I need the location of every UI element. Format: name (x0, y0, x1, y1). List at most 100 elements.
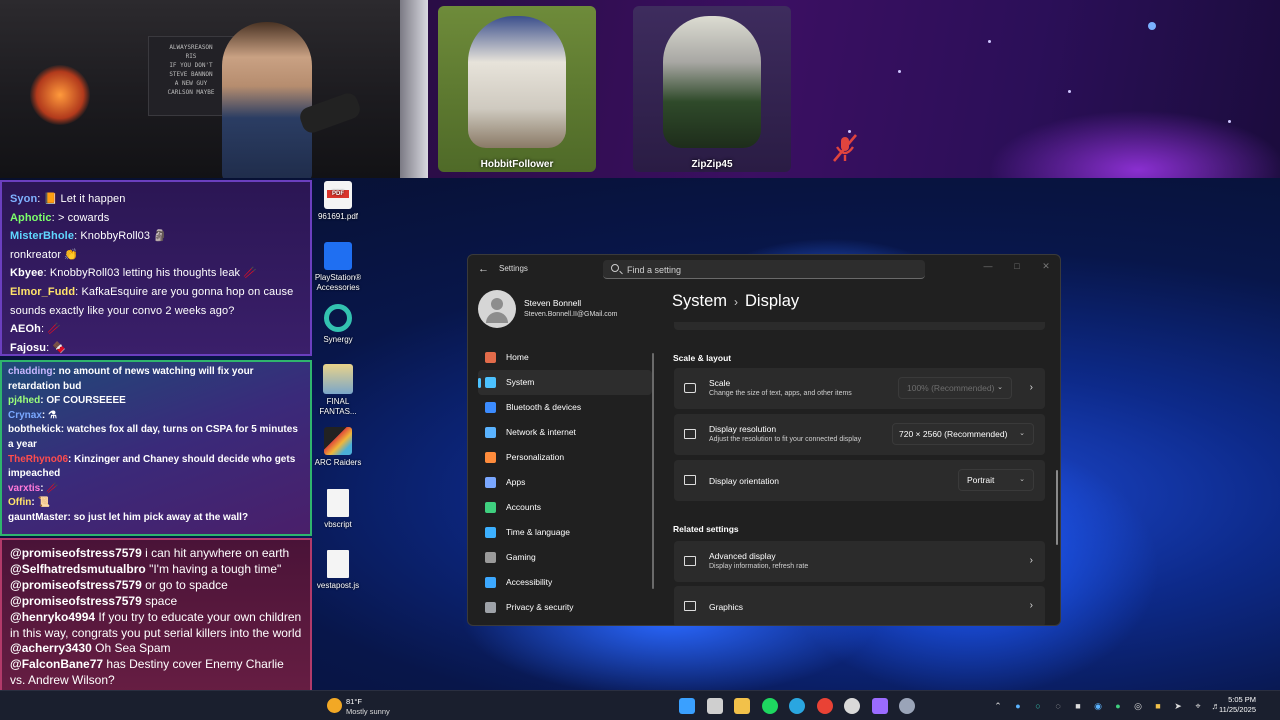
tray-app-icon[interactable]: ● (1013, 701, 1023, 711)
nav-item-personalization[interactable]: Personalization (478, 445, 652, 470)
close-button[interactable]: ✕ (1036, 258, 1056, 274)
chat-username[interactable]: @FalconBane77 (10, 657, 103, 671)
chat-username[interactable]: gauntMaster (8, 512, 67, 523)
breadcrumb-system[interactable]: System (672, 292, 727, 310)
desktop-icon[interactable]: ARC Raiders (308, 427, 368, 468)
chat-username[interactable]: AEOh (10, 323, 41, 335)
setting-title: Advanced display (709, 551, 776, 561)
participant-tile[interactable]: ZipZip45 (633, 6, 857, 172)
clock[interactable]: 5:05 PM 11/25/2025 (1219, 695, 1256, 715)
nav-item-bluetooth-devices[interactable]: Bluetooth & devices (478, 395, 652, 420)
tray-app-icon[interactable]: ◌ (1053, 701, 1063, 711)
chat-text: sounds exactly like your convo 2 weeks a… (10, 304, 235, 317)
chat-username[interactable]: Fajosu (10, 342, 46, 354)
window-light (400, 0, 428, 178)
weather-widget[interactable]: 81°F Mostly sunny (327, 694, 417, 718)
chat-username[interactable]: Elmor_Fudd (10, 286, 75, 298)
start-icon[interactable] (679, 698, 695, 714)
desktop-icon[interactable]: vbscript (308, 489, 368, 530)
arc-raiders-icon (324, 427, 352, 455)
chat-username[interactable]: bobthekick (8, 424, 61, 435)
synergy-tray-icon[interactable]: ○ (1033, 701, 1043, 711)
chat-username[interactable]: TheRhyno06 (8, 454, 68, 465)
chat-username[interactable]: chadding (8, 366, 52, 377)
orientation-dropdown[interactable]: Portrait ⌄ (958, 469, 1034, 491)
user-profile[interactable]: Steven Bonnell Steven.Bonnell.II@GMail.c… (478, 290, 658, 330)
nav-item-accessibility[interactable]: Accessibility (478, 570, 652, 595)
chat-username[interactable]: @promiseofstress7579 (10, 578, 142, 592)
minimize-button[interactable]: — (978, 258, 998, 274)
participant-tile[interactable]: HobbitFollower (438, 6, 596, 172)
chevron-up-icon[interactable]: ⌃ (993, 701, 1003, 711)
person-icon (485, 502, 496, 513)
search-box[interactable] (603, 260, 925, 279)
chat-username[interactable]: @henryko4994 (10, 610, 95, 624)
settings-icon[interactable] (899, 698, 915, 714)
chat-message: @FalconBane77 has Destiny cover Enemy Ch… (10, 657, 302, 689)
graphics-setting[interactable]: Graphics › (674, 586, 1045, 625)
nav-item-gaming[interactable]: Gaming (478, 545, 652, 570)
user-name: Steven Bonnell (524, 298, 582, 308)
task-view-icon[interactable] (706, 698, 723, 714)
chevron-right-icon: › (1029, 555, 1033, 566)
file-explorer-icon[interactable] (734, 698, 750, 714)
nav-item-apps[interactable]: Apps (478, 470, 652, 495)
tray-app-icon[interactable]: ● (1113, 701, 1123, 711)
chat-username[interactable]: @promiseofstress7579 (10, 594, 142, 608)
desktop-icon[interactable]: FINAL FANTAS... (308, 364, 368, 417)
nav-item-system[interactable]: System (478, 370, 652, 395)
edge-icon[interactable] (789, 698, 805, 714)
desktop-icon[interactable]: PDF 961691.pdf (308, 181, 368, 222)
scale-setting[interactable]: Scale Change the size of text, apps, and… (674, 368, 1045, 409)
desktop-icon[interactable]: Synergy (308, 304, 368, 345)
content-scrollbar[interactable] (1056, 470, 1058, 545)
chat-message: bobthekick: watches fox all day, turns o… (8, 423, 304, 452)
chat-username[interactable]: Aphotic (10, 212, 52, 224)
tray-app-icon[interactable]: ◎ (1133, 701, 1143, 711)
chat-username[interactable]: Crynax (8, 410, 42, 421)
display-resolution-setting: Display resolution Adjust the resolution… (674, 414, 1045, 455)
tray-app-icon[interactable]: ■ (1073, 701, 1083, 711)
spotify-icon[interactable] (761, 698, 778, 714)
synergy-icon (324, 304, 352, 332)
chat-text: KafkaEsquire are you gonna hop on cause (81, 285, 294, 298)
desktop-icon[interactable]: PlayStation® Accessories (308, 242, 368, 293)
advanced-display-setting[interactable]: Advanced display Display information, re… (674, 541, 1045, 582)
nav-item-accounts[interactable]: Accounts (478, 495, 652, 520)
obs-icon[interactable] (844, 698, 860, 714)
weather-temp: 81°F (346, 697, 362, 706)
nav-scrollbar[interactable] (652, 353, 654, 589)
app-icon[interactable] (871, 698, 888, 714)
chat-username[interactable]: Syon (10, 193, 37, 205)
chat-message: @promiseofstress7579 space (10, 594, 302, 610)
send-icon[interactable]: ➤ (1173, 701, 1183, 711)
nav-item-time-language[interactable]: Time & language (478, 520, 652, 545)
nav-item-home[interactable]: Home (478, 345, 652, 370)
wifi-icon[interactable]: ⌖ (1193, 701, 1203, 711)
chat-username[interactable]: pj4hed (8, 395, 40, 406)
nav-item-network-internet[interactable]: Network & internet (478, 420, 652, 445)
steam-icon[interactable]: ◉ (1093, 701, 1103, 711)
back-arrow-icon[interactable]: ← (478, 264, 490, 275)
chrome-icon[interactable] (816, 698, 833, 714)
maximize-button[interactable]: □ (1007, 258, 1027, 274)
search-input[interactable] (627, 263, 907, 276)
nav-item-label: Time & language (506, 527, 570, 537)
chat-username[interactable]: @promiseofstress7579 (10, 546, 142, 560)
chat-username[interactable]: @acherry3430 (10, 641, 92, 655)
title-bar[interactable]: ← Settings — □ ✕ (468, 255, 1060, 283)
chat-username[interactable]: Offin (8, 497, 31, 508)
chat-username[interactable]: @Selfhatredsmutualbro (10, 562, 146, 576)
nav-item-privacy-security[interactable]: Privacy & security (478, 595, 652, 620)
tray-app-icon[interactable]: ■ (1153, 701, 1163, 711)
chat-username[interactable]: MisterBhole (10, 230, 74, 242)
chat-username[interactable]: varxtis (8, 483, 40, 494)
chat-message: @promiseofstress7579 or go to spadce (10, 578, 302, 594)
setting-subtitle: Adjust the resolution to fit your connec… (709, 436, 862, 443)
resolution-dropdown[interactable]: 720 × 2560 (Recommended) ⌄ (892, 423, 1034, 445)
nav-item-label: Network & internet (506, 427, 576, 437)
desktop-icon[interactable]: vestapost.js (308, 550, 368, 591)
mic-muted-icon (833, 134, 857, 162)
chat-message: TheRhyno06: Kinzinger and Chaney should … (8, 453, 304, 482)
chat-username[interactable]: Kbyee (10, 267, 44, 279)
